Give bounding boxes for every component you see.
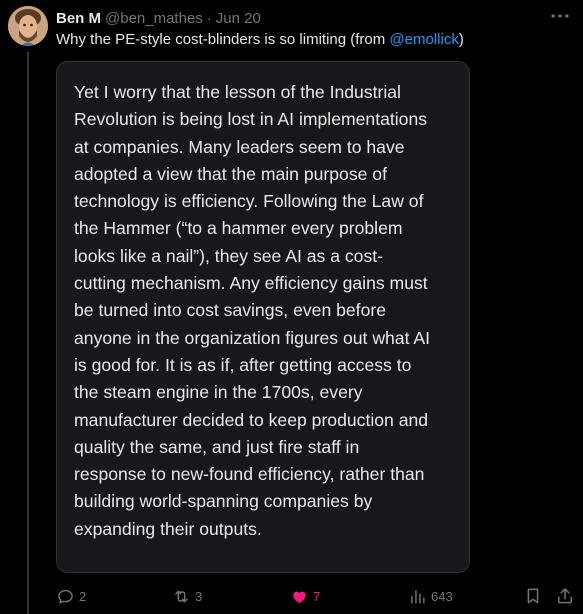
separator-dot: · xyxy=(206,9,212,27)
tweet-date[interactable]: Jun 20 xyxy=(216,10,261,27)
share-icon xyxy=(558,588,572,604)
reply-count: 2 xyxy=(79,588,87,604)
more-icon xyxy=(551,14,569,18)
user-handle[interactable]: @ben_mathes xyxy=(105,10,203,27)
tweet-text-end: ) xyxy=(458,31,464,48)
avatar-illustration xyxy=(8,6,48,46)
views-button[interactable]: 643 xyxy=(408,583,453,609)
heart-icon xyxy=(293,591,306,603)
tweet-header: Ben M @ben_mathes · Jun 20 xyxy=(56,8,261,28)
thread-line xyxy=(27,52,29,614)
like-button[interactable]: 7 xyxy=(290,583,320,609)
repost-button[interactable]: 3 xyxy=(172,583,202,609)
reply-button[interactable]: 2 xyxy=(56,583,86,609)
like-count: 7 xyxy=(313,588,321,604)
mention-link[interactable]: @emollick xyxy=(389,31,458,48)
share-button[interactable] xyxy=(555,583,575,609)
more-button[interactable] xyxy=(549,6,571,26)
tweet-text-start: Why the PE-style cost-blinders is so lim… xyxy=(56,31,390,48)
avatar[interactable] xyxy=(8,6,48,46)
quoted-text-card[interactable]: Yet I worry that the lesson of the Indus… xyxy=(56,61,470,573)
display-name[interactable]: Ben M xyxy=(56,10,101,27)
reply-icon xyxy=(58,589,73,604)
action-bar: 2 3 7 643 xyxy=(0,583,583,609)
views-icon xyxy=(411,589,425,604)
views-count: 643 xyxy=(431,588,453,604)
tweet[interactable]: Ben M @ben_mathes · Jun 20 Why the PE-st… xyxy=(0,0,583,614)
repost-count: 3 xyxy=(195,588,203,604)
bookmark-icon xyxy=(527,588,539,604)
bookmark-button[interactable] xyxy=(523,583,543,609)
quote-text: Yet I worry that the lesson of the Indus… xyxy=(74,82,431,539)
tweet-text: Why the PE-style cost-blinders is so lim… xyxy=(56,30,566,50)
repost-icon xyxy=(175,590,188,602)
